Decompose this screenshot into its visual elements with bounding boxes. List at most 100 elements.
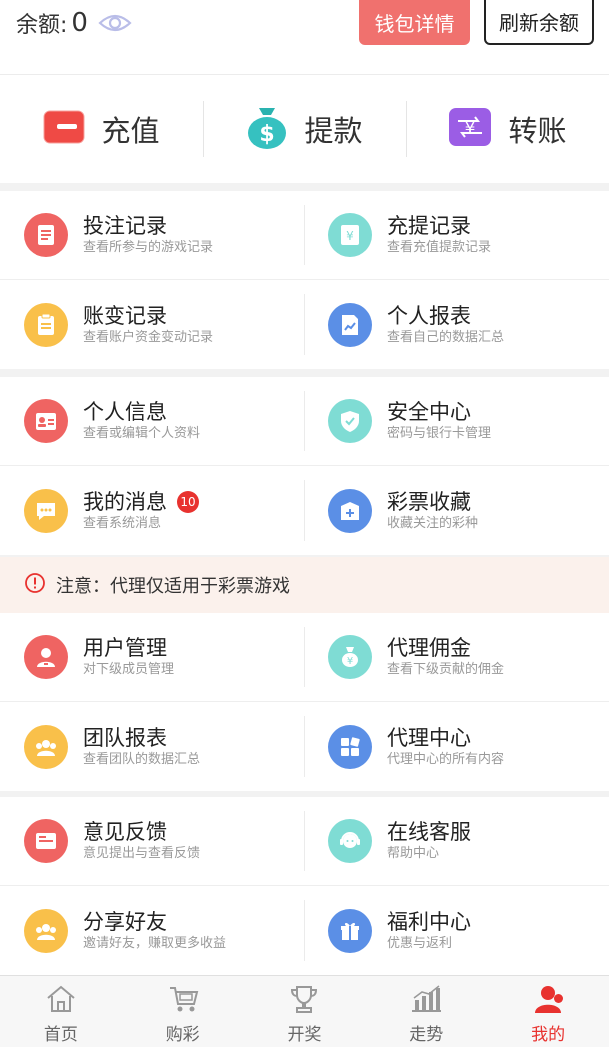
item-subtitle: 意见提出与查看反馈 (83, 846, 201, 861)
profile-item[interactable]: 个人信息 查看或编辑个人资料 (0, 377, 304, 465)
service-section: 意见反馈 意见提出与查看反馈 在线客服 帮助中心 分享好友 邀请好友，赚取更多收… (0, 797, 609, 975)
bottom-tabbar: 首页 购彩 开奖 走势 我的 (0, 975, 609, 1047)
tab-trend[interactable]: 走势 (365, 976, 487, 1047)
share-item[interactable]: 分享好友 邀请好友，赚取更多收益 (0, 886, 304, 975)
balance-display: 余额: 0 (16, 6, 132, 40)
item-subtitle: 查看账户资金变动记录 (83, 329, 214, 345)
item-title: 投注记录 (83, 214, 167, 238)
item-title: 福利中心 (387, 909, 471, 934)
tab-buy[interactable]: 购彩 (122, 976, 244, 1047)
tab-draw[interactable]: 开奖 (244, 976, 366, 1047)
share-icon (24, 908, 68, 953)
withdraw-label: 提款 (304, 114, 363, 148)
top-bar: 余额: 0 钱包详情 刷新余额 (0, 0, 609, 75)
card-icon (43, 108, 85, 150)
welfare-item[interactable]: 福利中心 优惠与返利 (304, 886, 608, 975)
message-icon (24, 488, 68, 533)
home-icon (44, 984, 78, 1018)
customer-service-item[interactable]: 在线客服 帮助中心 (304, 797, 608, 885)
report-icon (328, 302, 372, 347)
item-title: 账变记录 (83, 303, 167, 328)
svg-text:¥: ¥ (346, 229, 354, 243)
feedback-icon (24, 819, 68, 863)
money-bag-icon: $ (246, 104, 288, 154)
eye-icon[interactable] (98, 12, 132, 34)
item-subtitle: 密码与银行卡管理 (387, 426, 492, 441)
item-subtitle: 查看充值提款记录 (387, 240, 492, 255)
agent-section: 用户管理 对下级成员管理 ¥ 代理佣金 查看下级贡献的佣金 团队报表 查看团队的… (0, 613, 609, 791)
commission-item[interactable]: ¥ 代理佣金 查看下级贡献的佣金 (304, 613, 608, 701)
item-subtitle: 代理中心的所有内容 (387, 751, 505, 767)
records-section: 投注记录 查看所参与的游戏记录 ¥ 充提记录 查看充值提款记录 账变记录 查看账… (0, 191, 609, 369)
item-subtitle: 查看或编辑个人资料 (83, 426, 201, 441)
item-subtitle: 查看下级贡献的佣金 (387, 662, 505, 677)
item-title: 用户管理 (83, 636, 167, 660)
tab-mine[interactable]: 我的 (487, 976, 609, 1047)
tab-label: 我的 (531, 1025, 566, 1045)
wallet-detail-button[interactable]: 钱包详情 (359, 0, 470, 45)
account-change-item[interactable]: 账变记录 查看账户资金变动记录 (0, 280, 304, 369)
gift-icon (328, 908, 372, 953)
item-title: 充提记录 (387, 214, 471, 238)
commission-icon: ¥ (328, 635, 372, 679)
item-title: 代理佣金 (387, 636, 471, 660)
transfer-button[interactable]: ¥ 转账 (406, 75, 609, 183)
deposit-record-icon: ¥ (328, 213, 372, 257)
bet-record-icon (24, 213, 68, 257)
user-manage-item[interactable]: 用户管理 对下级成员管理 (0, 613, 304, 701)
profile-card-icon (24, 399, 68, 443)
favorite-folder-icon (328, 488, 372, 533)
transfer-label: 转账 (508, 114, 567, 148)
tab-label: 购彩 (165, 1025, 200, 1045)
notice-text: 注意：代理仅适用于彩票游戏 (56, 576, 290, 597)
security-item[interactable]: 安全中心 密码与银行卡管理 (304, 377, 608, 465)
item-title: 在线客服 (387, 820, 471, 844)
balance-value: 0 (71, 8, 88, 38)
item-title: 安全中心 (387, 400, 471, 424)
item-subtitle: 帮助中心 (387, 846, 440, 861)
withdraw-button[interactable]: $ 提款 (203, 75, 406, 183)
messages-item[interactable]: 我的消息 10 查看系统消息 (0, 466, 304, 555)
refresh-balance-button[interactable]: 刷新余额 (484, 0, 594, 45)
item-title: 彩票收藏 (387, 489, 471, 514)
item-title: 意见反馈 (83, 820, 167, 844)
recharge-label: 充值 (101, 114, 160, 148)
agent-center-item[interactable]: 代理中心 代理中心的所有内容 (304, 702, 608, 791)
warning-icon (24, 572, 46, 598)
tab-label: 走势 (409, 1025, 444, 1045)
agent-notice: 注意：代理仅适用于彩票游戏 (0, 557, 609, 613)
cart-icon (166, 984, 200, 1018)
favorites-item[interactable]: 彩票收藏 收藏关注的彩种 (304, 466, 608, 555)
item-subtitle: 查看团队的数据汇总 (83, 751, 201, 767)
customer-service-icon (328, 819, 372, 863)
item-subtitle: 对下级成员管理 (83, 662, 175, 677)
item-title: 代理中心 (387, 725, 471, 750)
transfer-icon: ¥ (448, 107, 492, 151)
item-title: 分享好友 (83, 909, 167, 934)
item-subtitle: 查看系统消息 (83, 515, 162, 531)
account-change-icon (24, 302, 68, 347)
unread-badge: 10 (177, 490, 199, 513)
recharge-button[interactable]: 充值 (0, 75, 203, 183)
trophy-icon (287, 984, 321, 1018)
bet-record-item[interactable]: 投注记录 查看所参与的游戏记录 (0, 191, 304, 279)
svg-text:$: $ (260, 122, 275, 147)
balance-label: 余额: (16, 13, 68, 38)
feedback-item[interactable]: 意见反馈 意见提出与查看反馈 (0, 797, 304, 885)
personal-section: 个人信息 查看或编辑个人资料 安全中心 密码与银行卡管理 我的消息 10 查看系统… (0, 377, 609, 555)
deposit-record-item[interactable]: ¥ 充提记录 查看充值提款记录 (304, 191, 608, 279)
item-title: 团队报表 (83, 725, 167, 750)
tab-label: 首页 (43, 1025, 78, 1045)
report-item[interactable]: 个人报表 查看自己的数据汇总 (304, 280, 608, 369)
item-subtitle: 收藏关注的彩种 (387, 515, 479, 531)
shield-icon (328, 399, 372, 443)
item-title: 个人信息 (83, 400, 167, 424)
messages-title: 我的消息 (83, 489, 167, 514)
svg-text:¥: ¥ (347, 656, 353, 667)
tab-home[interactable]: 首页 (0, 976, 122, 1047)
agent-center-icon (328, 724, 372, 769)
team-report-item[interactable]: 团队报表 查看团队的数据汇总 (0, 702, 304, 791)
tab-label: 开奖 (287, 1025, 322, 1045)
user-manage-icon (24, 635, 68, 679)
chart-icon (409, 984, 443, 1018)
